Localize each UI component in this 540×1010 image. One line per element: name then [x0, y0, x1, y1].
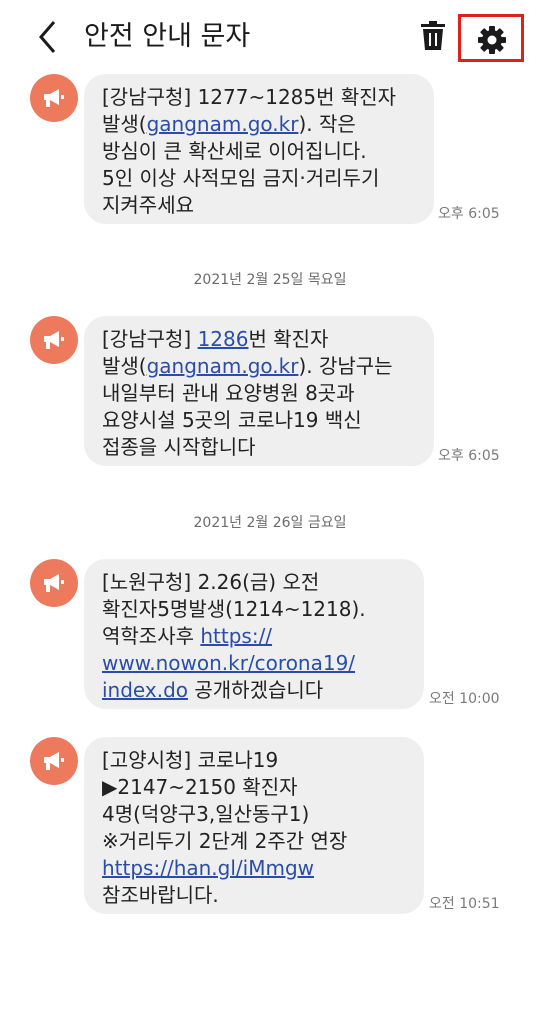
date-separator: 2021년 2월 26일 금요일: [193, 515, 347, 531]
message-line: 역학조사후 https://: [102, 623, 410, 650]
message-link[interactable]: gangnam.go.kr: [147, 112, 299, 136]
megaphone-icon: [44, 574, 64, 592]
message-line: 참조바랍니다.: [102, 883, 219, 907]
message-text: 발생(: [102, 112, 147, 136]
message-time: 오후 6:05: [438, 448, 500, 464]
message-line: https://han.gl/iMmgw: [102, 855, 410, 882]
message-line: ※거리두기 2단계 2주간 연장: [102, 829, 348, 853]
message-text: 역학조사후: [102, 624, 201, 648]
message-line: 내일부터 관내 요양병원 8곳과: [102, 381, 355, 405]
message-line: 방심이 큰 확산세로 이어집니다.: [102, 139, 367, 163]
message-bubble[interactable]: [고양시청] 코로나19 ▶2147~2150 확진자 4명(덕양구3,일산동구…: [84, 737, 424, 914]
gear-icon: [478, 26, 506, 54]
message-bubble[interactable]: [강남구청] 1277~1285번 확진자 발생(gangnam.go.kr).…: [84, 74, 434, 224]
trash-icon: [421, 21, 445, 50]
sender-avatar[interactable]: [30, 316, 78, 364]
message-time: 오후 6:05: [438, 206, 500, 222]
message-text: 공개하겠습니다: [188, 678, 324, 702]
message-link[interactable]: www.nowon.kr/corona19/: [102, 651, 355, 675]
message-text: ). 강남구는: [298, 354, 393, 378]
megaphone-icon: [44, 752, 64, 770]
date-separator: 2021년 2월 25일 목요일: [193, 272, 347, 288]
message-link[interactable]: https://han.gl/iMmgw: [102, 856, 314, 880]
megaphone-icon: [44, 89, 64, 107]
message-link[interactable]: 1286: [198, 327, 249, 351]
delete-button[interactable]: [414, 16, 452, 56]
page-title: 안전 안내 문자: [84, 21, 251, 52]
message-bubble[interactable]: [노원구청] 2.26(금) 오전 확진자5명발생(1214~1218). 역학…: [84, 559, 424, 709]
message-text: 번 확진자: [248, 327, 329, 351]
chevron-left-icon: [39, 21, 56, 53]
message-text: ). 작은: [298, 112, 356, 136]
message-line: [강남구청] 1286번 확진자: [102, 326, 420, 353]
message-text: 발생(: [102, 354, 147, 378]
message-line: 지켜주세요: [102, 193, 194, 217]
message-line: www.nowon.kr/corona19/: [102, 650, 410, 677]
message-bubble[interactable]: [강남구청] 1286번 확진자 발생(gangnam.go.kr). 강남구는…: [84, 316, 434, 466]
message-line: 발생(gangnam.go.kr). 강남구는: [102, 353, 420, 380]
message-line: 요양시설 5곳의 코로나19 백신: [102, 408, 362, 432]
message-line: 접종을 시작합니다: [102, 435, 256, 459]
message-line: index.do 공개하겠습니다: [102, 677, 410, 704]
message-time: 오전 10:00: [429, 691, 500, 707]
message-line: 발생(gangnam.go.kr). 작은: [102, 111, 420, 138]
sender-avatar[interactable]: [30, 74, 78, 122]
message-link[interactable]: index.do: [102, 678, 188, 702]
message-line: 확진자5명발생(1214~1218).: [102, 597, 366, 621]
back-button[interactable]: [30, 16, 70, 58]
sender-avatar[interactable]: [30, 559, 78, 607]
message-line: ▶2147~2150 확진자: [102, 775, 298, 799]
message-time: 오전 10:51: [429, 896, 500, 912]
message-line: 5인 이상 사적모임 금지·거리두기: [102, 166, 380, 190]
message-link[interactable]: https://: [200, 624, 272, 648]
megaphone-icon: [44, 331, 64, 349]
app-header: 안전 안내 문자: [0, 0, 540, 74]
sender-avatar[interactable]: [30, 737, 78, 785]
message-line: [강남구청] 1277~1285번 확진자: [102, 85, 397, 109]
message-text: [강남구청]: [102, 327, 198, 351]
message-line: [노원구청] 2.26(금) 오전: [102, 570, 320, 594]
message-line: [고양시청] 코로나19: [102, 748, 279, 772]
message-link[interactable]: gangnam.go.kr: [147, 354, 299, 378]
message-line: 4명(덕양구3,일산동구1): [102, 802, 310, 826]
settings-button[interactable]: [458, 14, 524, 62]
